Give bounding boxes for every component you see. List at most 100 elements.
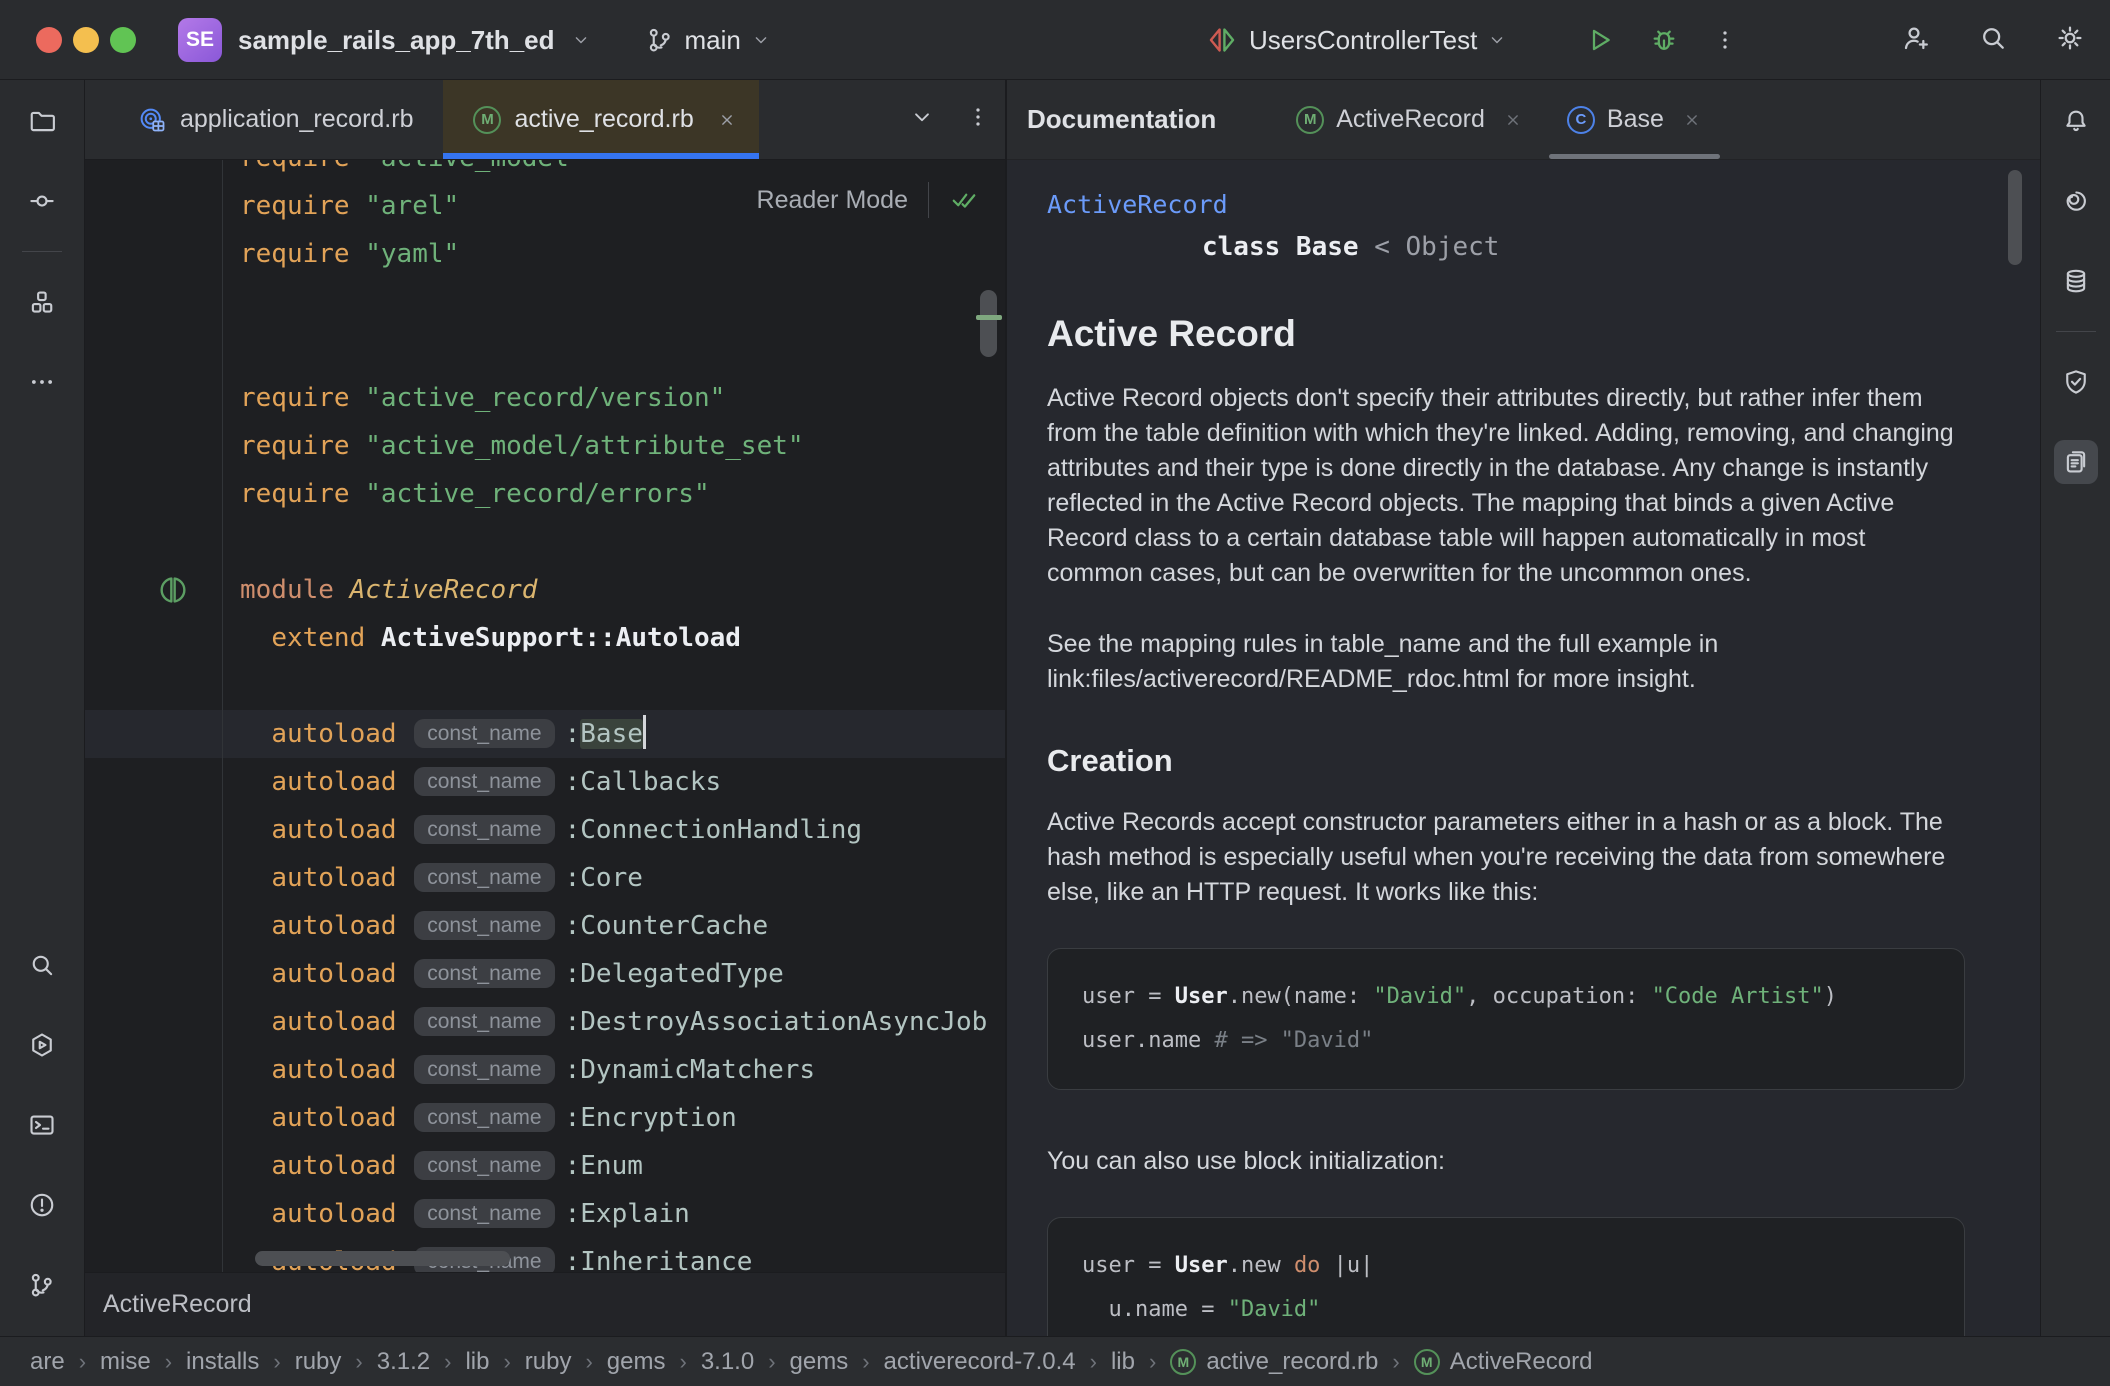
close-window-button[interactable] (36, 27, 62, 53)
record-icon (137, 105, 167, 135)
code-line: autoload const_name:Enum (85, 1142, 1005, 1190)
search-button[interactable] (1977, 22, 2009, 59)
hidden-tabs-dropdown-button[interactable] (909, 104, 935, 130)
tool-stripe-button-git-branch[interactable] (20, 1263, 64, 1307)
editor-tabbar: application_record.rbMactive_record.rb (85, 80, 1005, 160)
doc-paragraph: See the mapping rules in table_name and … (1047, 627, 1965, 697)
editor-status-bar: ActiveRecord (85, 1272, 1005, 1336)
tool-stripe-button-search[interactable] (20, 943, 64, 987)
tool-stripe-button-commit[interactable] (20, 179, 64, 223)
breadcrumb-label: ruby (295, 1348, 342, 1376)
code-line: extend ActiveSupport::Autoload (85, 614, 1005, 662)
doc-paragraph: You can also use block initialization: (1047, 1144, 1965, 1179)
terminal-icon (27, 1110, 57, 1140)
reader-mode-widget: Reader Mode (757, 182, 979, 218)
tool-stripe-button-more[interactable] (20, 360, 64, 404)
breadcrumb-separator: › (1392, 1349, 1399, 1375)
code-line: autoload const_name:Callbacks (85, 758, 1005, 806)
close-tab-icon[interactable] (717, 110, 737, 130)
shield-check-icon (2061, 367, 2091, 397)
editor-vertical-scrollbar[interactable] (980, 290, 997, 357)
titlebar: SE sample_rails_app_7th_ed main UsersCon… (0, 0, 2110, 80)
tool-stripe-button-shield-check[interactable] (2054, 360, 2098, 404)
doc-class-signature: class Base < Object (1047, 223, 1965, 271)
zoom-window-button[interactable] (110, 27, 136, 53)
doc-vertical-scrollbar[interactable] (2008, 170, 2022, 265)
tool-stripe-button-problems[interactable] (20, 1183, 64, 1227)
commit-icon (27, 186, 57, 216)
code-line: autoload const_name:Base (85, 710, 1005, 758)
breadcrumb-item-are[interactable]: are (30, 1348, 65, 1376)
breadcrumb-item-gems[interactable]: gems (790, 1348, 849, 1376)
project-switcher[interactable]: sample_rails_app_7th_ed (238, 25, 555, 56)
code-line: u.name = "David" (1082, 1288, 1930, 1332)
breadcrumb-item-mise[interactable]: mise (100, 1348, 151, 1376)
minitest-icon (1205, 23, 1239, 57)
breadcrumb-separator: › (165, 1349, 172, 1375)
tab-label: ActiveRecord (1336, 105, 1485, 134)
documentation-panel: Documentation MActiveRecordCBase ActiveR… (1007, 80, 2040, 1336)
reader-mode-label[interactable]: Reader Mode (757, 186, 908, 215)
doc-tab-ActiveRecord[interactable]: MActiveRecord (1274, 80, 1545, 159)
breadcrumb-item-lib[interactable]: lib (1111, 1348, 1135, 1376)
tool-stripe-button-bell[interactable] (2054, 99, 2098, 143)
code-line: require "active_record/version" (85, 374, 1005, 422)
documentation-icon (2061, 447, 2091, 477)
run-configuration-name: UsersControllerTest (1249, 25, 1477, 56)
editor-status-label: ActiveRecord (103, 1290, 252, 1319)
code-editor[interactable]: require "active_model"require "arel"requ… (85, 160, 1005, 1272)
branch-widget[interactable]: main (645, 25, 771, 56)
breadcrumb-item-ruby[interactable]: ruby (295, 1348, 342, 1376)
tab-options-button[interactable] (965, 104, 991, 130)
breadcrumb-item-3.1.0[interactable]: 3.1.0 (701, 1348, 754, 1376)
tab-label: Base (1607, 105, 1664, 134)
tool-stripe-button-terminal[interactable] (20, 1103, 64, 1147)
run-configuration-selector[interactable]: UsersControllerTest (1205, 0, 1507, 80)
class-badge-icon: C (1567, 106, 1595, 134)
tool-stripe-button-services[interactable] (20, 1023, 64, 1067)
breadcrumb-item-3.1.2[interactable]: 3.1.2 (377, 1348, 430, 1376)
editor-horizontal-scrollbar[interactable] (255, 1251, 510, 1266)
gear-button[interactable] (2054, 22, 2086, 59)
tool-stripe-button-folder[interactable] (20, 99, 64, 143)
debug-button[interactable] (1648, 24, 1680, 56)
doc-tab-Base[interactable]: C Base (1545, 80, 1724, 159)
code-line (85, 278, 1005, 326)
search-icon (27, 950, 57, 980)
breadcrumb-item-active_record.rb[interactable]: Mactive_record.rb (1170, 1348, 1378, 1376)
window-controls (36, 27, 136, 53)
add-user-button[interactable] (1900, 22, 1932, 59)
tool-stripe-button-database[interactable] (2054, 259, 2098, 303)
tool-stripe-button-structure[interactable] (20, 280, 64, 324)
close-tab-icon[interactable] (1682, 110, 1702, 130)
minimize-window-button[interactable] (73, 27, 99, 53)
database-icon (2061, 266, 2091, 296)
code-line: autoload const_name:CounterCache (85, 902, 1005, 950)
code-line: require "active_model" (85, 160, 1005, 182)
breadcrumb-item-activerecord-7.0.4[interactable]: activerecord-7.0.4 (884, 1348, 1076, 1376)
breadcrumb-item-ruby[interactable]: ruby (525, 1348, 572, 1376)
breadcrumb-label: ActiveRecord (1450, 1348, 1593, 1376)
close-tab-icon[interactable] (1503, 110, 1523, 130)
tool-stripe-button-documentation[interactable] (2054, 440, 2098, 484)
breadcrumb-item-lib[interactable]: lib (465, 1348, 489, 1376)
more-actions-button[interactable] (1712, 27, 1738, 53)
right-tool-stripe (2040, 80, 2110, 1336)
code-line (85, 326, 1005, 374)
git-branch-icon (645, 25, 675, 55)
doc-namespace-link[interactable]: ActiveRecord (1047, 190, 1228, 219)
breadcrumb-item-ActiveRecord[interactable]: MActiveRecord (1414, 1348, 1593, 1376)
tool-stripe-button-ai-assistant[interactable] (2054, 179, 2098, 223)
breadcrumb-item-installs[interactable]: installs (186, 1348, 259, 1376)
add-user-icon (1900, 22, 1932, 54)
code-line: class Base < Object (1047, 223, 1965, 271)
editor-tab-application_record.rb[interactable]: application_record.rb (107, 80, 443, 159)
breadcrumb-item-gems[interactable]: gems (607, 1348, 666, 1376)
run-button[interactable] (1584, 24, 1616, 56)
module-gutter-icon[interactable] (155, 572, 191, 608)
chevron-down-icon[interactable] (571, 30, 591, 50)
breadcrumb-separator: › (79, 1349, 86, 1375)
editor-tab-active_record.rb[interactable]: Mactive_record.rb (443, 80, 758, 159)
code-line: user = User.new do |u| (1082, 1244, 1930, 1288)
inspections-ok-icon[interactable] (949, 185, 979, 215)
